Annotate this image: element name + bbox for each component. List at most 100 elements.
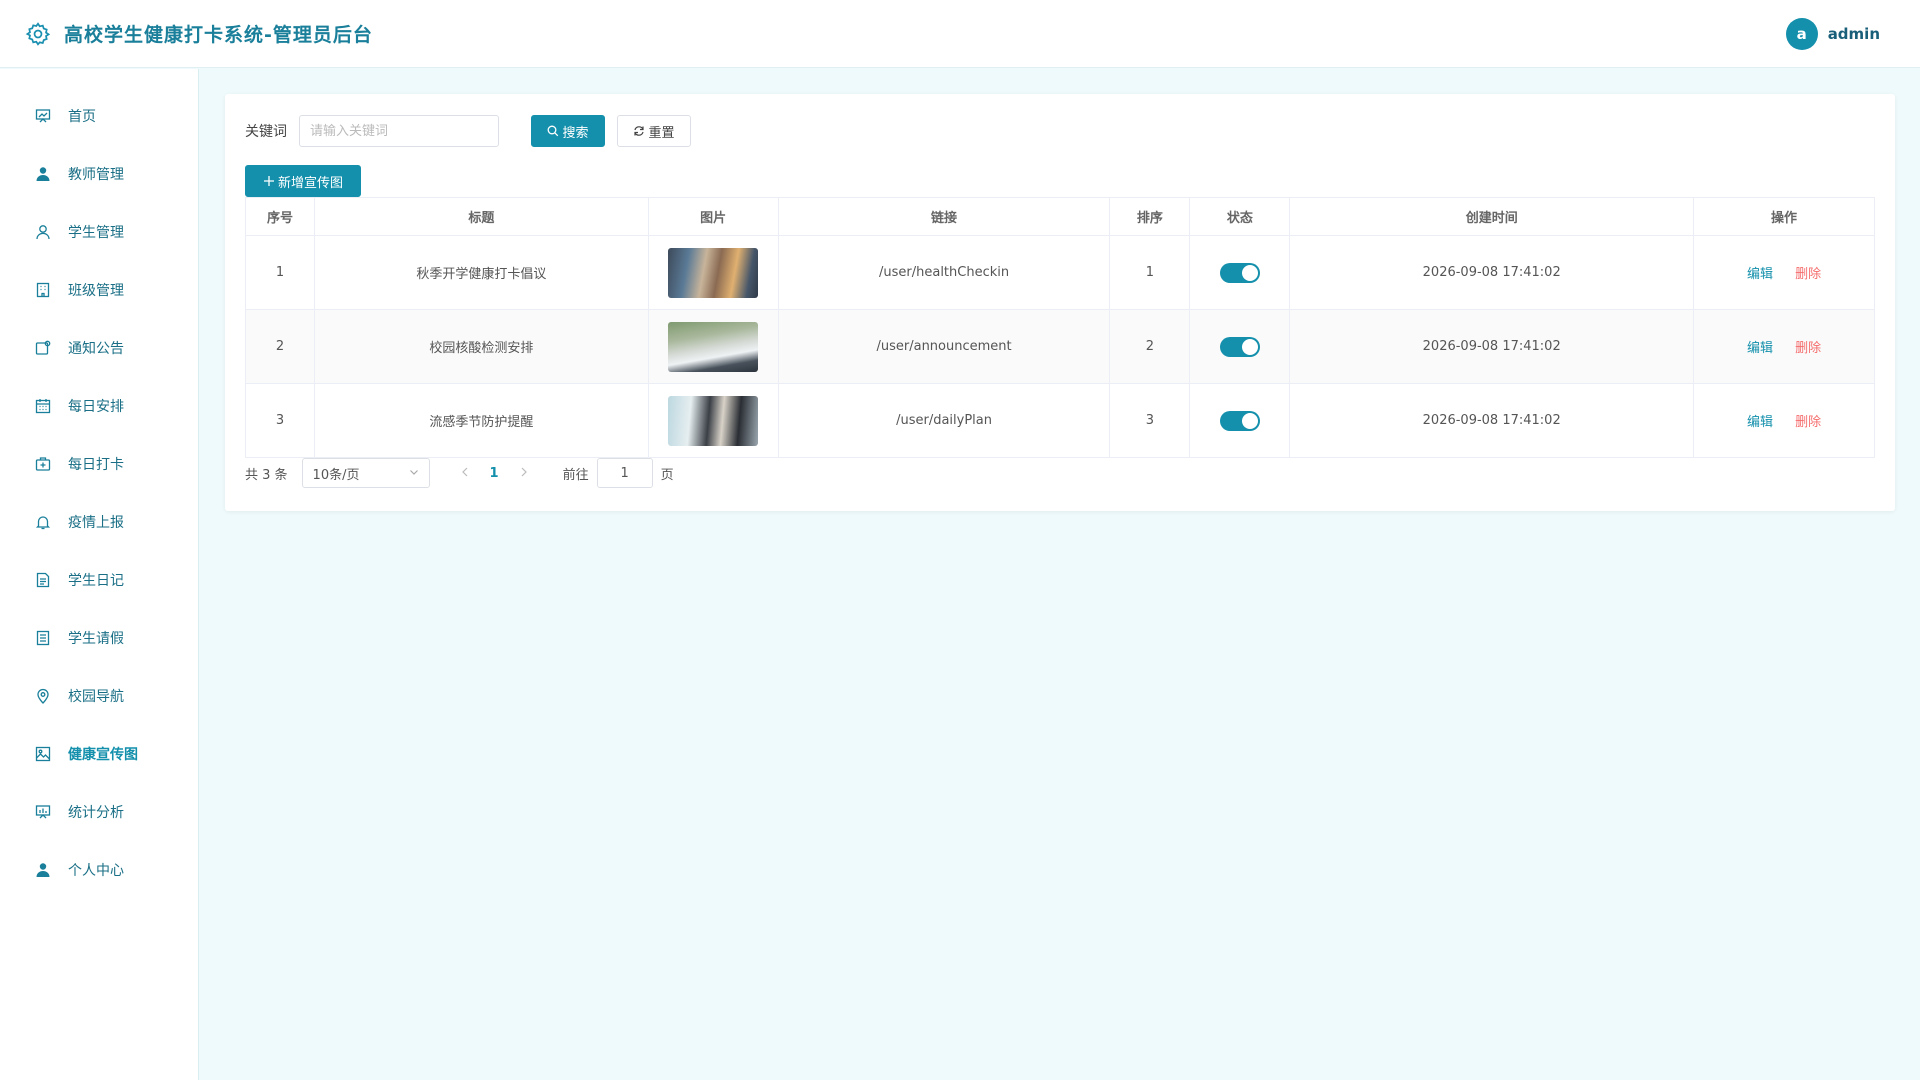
sidebar-item-label: 每日打卡 (68, 457, 124, 473)
avatar[interactable]: a (1785, 18, 1818, 50)
office-building-icon (34, 281, 52, 299)
plus-icon (263, 175, 275, 187)
table-header-row: 序号 标题 图片 链接 排序 状态 创建时间 操作 (245, 197, 1875, 236)
sidebar-item-notices[interactable]: 通知公告 (0, 319, 198, 377)
sidebar-item-classes[interactable]: 班级管理 (0, 261, 198, 319)
page-size-select[interactable]: 10条/页 (301, 458, 430, 488)
delete-button[interactable]: 删除 (1795, 415, 1821, 430)
page-size-value: 10条/页 (312, 467, 360, 483)
sidebar-item-daily-plan[interactable]: 每日安排 (0, 377, 198, 435)
sidebar: 首页 教师管理 学生管理 班级管理 通知公告 每日安排 每日打卡 疫情上报 学生… (0, 69, 199, 1080)
next-page-button[interactable] (517, 466, 531, 481)
app-header: 高校学生健康打卡系统-管理员后台 a admin (0, 0, 1920, 68)
calendar-icon (34, 397, 52, 415)
cell-actions: 编辑 删除 (1693, 309, 1875, 384)
delete-button[interactable]: 删除 (1795, 341, 1821, 356)
cell-created: 2026-09-08 17:41:02 (1289, 309, 1695, 384)
pagination: 共 3 条 10条/页 1 前往 页 (245, 458, 674, 488)
sidebar-item-home[interactable]: 首页 (0, 87, 198, 145)
tickets-icon (34, 629, 52, 647)
sidebar-item-label: 疫情上报 (68, 515, 124, 531)
sidebar-item-label: 班级管理 (68, 283, 124, 299)
first-aid-kit-icon (34, 455, 52, 473)
cell-actions: 编辑 删除 (1693, 235, 1875, 310)
column-header-actions: 操作 (1693, 197, 1875, 236)
sidebar-item-health-banner[interactable]: 健康宣传图 (0, 725, 198, 783)
cell-image (647, 235, 779, 310)
status-toggle[interactable] (1219, 336, 1260, 357)
cell-link: /user/dailyPlan (777, 383, 1111, 458)
sidebar-item-daily-checkin[interactable]: 每日打卡 (0, 435, 198, 493)
sidebar-item-label: 个人中心 (68, 863, 124, 879)
prev-page-button[interactable] (458, 466, 472, 481)
sidebar-item-campus-nav[interactable]: 校园导航 (0, 667, 198, 725)
column-header-image: 图片 (647, 197, 779, 236)
user-filled-icon (34, 861, 52, 879)
page-unit-label: 页 (660, 467, 674, 483)
cell-created: 2026-09-08 17:41:02 (1289, 235, 1695, 310)
cell-status (1189, 383, 1291, 458)
cell-status (1189, 235, 1291, 310)
reset-button[interactable]: 重置 (617, 115, 691, 147)
cell-link: /user/announcement (777, 309, 1111, 384)
status-toggle[interactable] (1219, 410, 1260, 431)
sidebar-item-label: 每日安排 (68, 399, 124, 415)
edit-button[interactable]: 编辑 (1747, 415, 1773, 430)
table-row: 1 秋季开学健康打卡倡议 /user/healthCheckin 1 2026-… (245, 235, 1875, 310)
page-number-1[interactable]: 1 (490, 466, 499, 481)
column-header-title: 标题 (313, 197, 649, 236)
sidebar-item-label: 学生管理 (68, 225, 124, 241)
banner-thumbnail[interactable] (668, 395, 759, 446)
dashboard-icon (34, 107, 52, 125)
status-toggle[interactable] (1219, 262, 1260, 283)
bell-icon (34, 513, 52, 531)
keyword-input[interactable] (299, 115, 499, 147)
banner-table: 序号 标题 图片 链接 排序 状态 创建时间 操作 1 秋季开学健康打卡倡议 /… (245, 197, 1875, 458)
cell-sort: 1 (1109, 235, 1191, 310)
sidebar-item-label: 统计分析 (68, 805, 124, 821)
sidebar-item-label: 健康宣传图 (68, 747, 138, 763)
search-icon (547, 125, 559, 137)
cell-index: 3 (245, 383, 315, 458)
goto-page-input[interactable] (596, 458, 653, 488)
goto-label: 前往 (562, 467, 589, 483)
sidebar-item-label: 学生日记 (68, 573, 124, 589)
add-button-label: 新增宣传图 (277, 175, 343, 191)
sidebar-item-student-leave[interactable]: 学生请假 (0, 609, 198, 667)
reset-button-label: 重置 (648, 125, 675, 141)
sidebar-item-label: 学生请假 (68, 631, 124, 647)
keyword-label: 关键词 (245, 124, 287, 140)
sidebar-item-student-diary[interactable]: 学生日记 (0, 551, 198, 609)
gear-icon (24, 20, 52, 48)
refresh-icon (633, 125, 645, 137)
user-menu[interactable]: a admin (1785, 18, 1880, 50)
search-button[interactable]: 搜索 (531, 115, 605, 147)
table-row: 2 校园核酸检测安排 /user/announcement 2 2026-09-… (245, 309, 1875, 384)
cell-index: 1 (245, 235, 315, 310)
sidebar-item-teachers[interactable]: 教师管理 (0, 145, 198, 203)
sidebar-item-students[interactable]: 学生管理 (0, 203, 198, 261)
document-icon (34, 571, 52, 589)
search-bar: 关键词 搜索 重置 (245, 115, 691, 147)
edit-button[interactable]: 编辑 (1747, 341, 1773, 356)
sidebar-item-epidemic-report[interactable]: 疫情上报 (0, 493, 198, 551)
notice-icon (34, 339, 52, 357)
cell-index: 2 (245, 309, 315, 384)
banner-thumbnail[interactable] (668, 247, 759, 298)
add-banner-button[interactable]: 新增宣传图 (245, 165, 361, 197)
cell-sort: 2 (1109, 309, 1191, 384)
delete-button[interactable]: 删除 (1795, 267, 1821, 282)
chevron-down-icon (409, 466, 419, 481)
cell-title: 秋季开学健康打卡倡议 (313, 235, 649, 310)
cell-link: /user/healthCheckin (777, 235, 1111, 310)
sidebar-item-label: 校园导航 (68, 689, 124, 705)
column-header-index: 序号 (245, 197, 315, 236)
username[interactable]: admin (1828, 25, 1880, 43)
sidebar-item-statistics[interactable]: 统计分析 (0, 783, 198, 841)
banner-thumbnail[interactable] (668, 321, 759, 372)
edit-button[interactable]: 编辑 (1747, 267, 1773, 282)
cell-actions: 编辑 删除 (1693, 383, 1875, 458)
sidebar-item-profile[interactable]: 个人中心 (0, 841, 198, 899)
cell-sort: 3 (1109, 383, 1191, 458)
content-card: 关键词 搜索 重置 新增宣传图 序号 标题 图片 链接 排序 状态 (225, 94, 1895, 511)
